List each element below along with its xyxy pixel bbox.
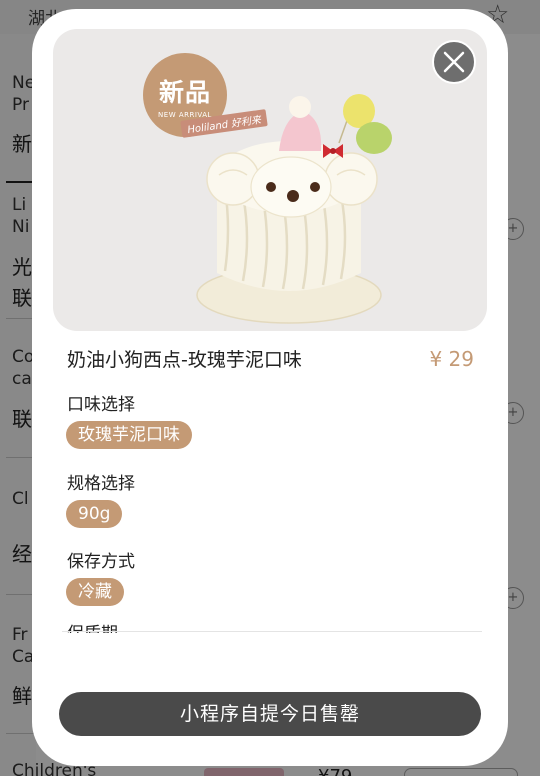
storage-option-chip[interactable]: 冷藏 — [66, 578, 124, 606]
close-icon — [443, 51, 465, 73]
product-name: 奶油小狗西点-玫瑰芋泥口味 — [67, 349, 302, 371]
storage-label: 保存方式 — [67, 552, 135, 572]
close-button[interactable] — [432, 40, 476, 84]
product-price: ¥ 29 — [429, 347, 474, 371]
product-image: 新品 NEW ARRIVAL Holiland 好利来 — [53, 29, 487, 331]
product-detail-modal: 新品 NEW ARRIVAL Holiland 好利来 奶油小狗西点-玫瑰芋泥口… — [32, 9, 508, 766]
flavor-option-chip[interactable]: 玫瑰芋泥口味 — [66, 421, 192, 449]
sold-out-button[interactable]: 小程序自提今日售罄 — [59, 692, 481, 736]
divider — [62, 631, 482, 632]
size-label: 规格选择 — [67, 474, 135, 494]
flavor-label: 口味选择 — [67, 395, 135, 415]
size-option-chip[interactable]: 90g — [66, 500, 123, 528]
badge-text: 新品 — [158, 78, 211, 107]
